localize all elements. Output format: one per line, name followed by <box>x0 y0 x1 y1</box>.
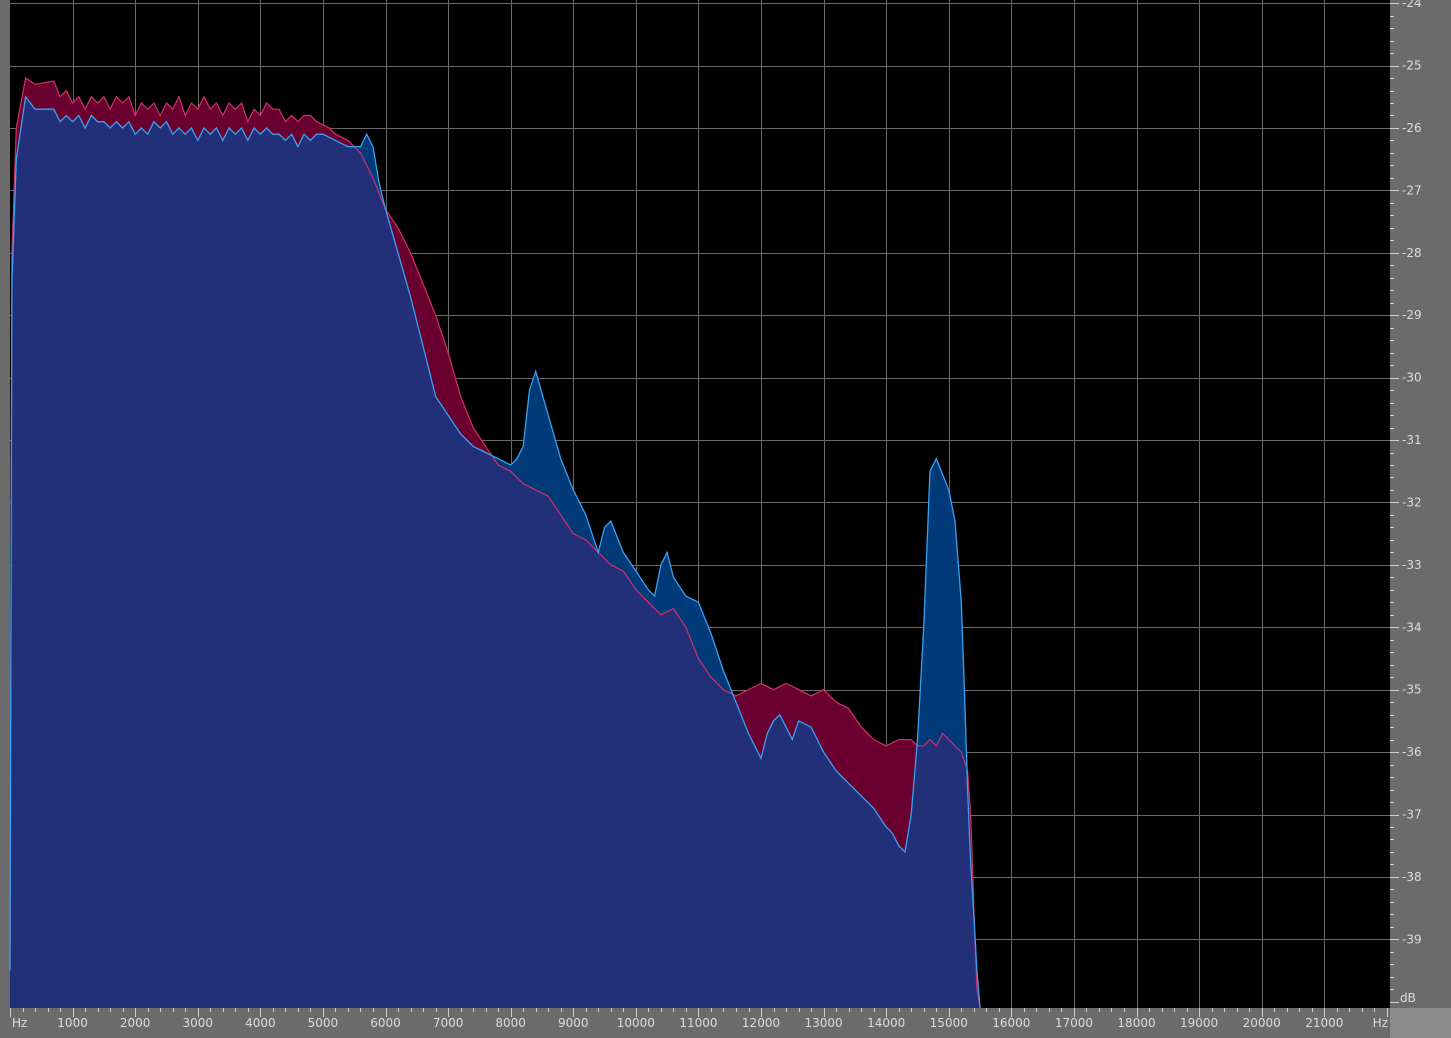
x-tick-label-8000: 8000 <box>495 1016 526 1030</box>
x-tick-label-19000: 19000 <box>1180 1016 1218 1030</box>
x-tick-label-15000: 15000 <box>930 1016 968 1030</box>
x-tick-label-4000: 4000 <box>245 1016 276 1030</box>
y-tick-label--28: -28 <box>1402 246 1422 260</box>
x-tick-label-11000: 11000 <box>679 1016 717 1030</box>
x-tick-label-14000: 14000 <box>867 1016 905 1030</box>
y-tick-label--30: -30 <box>1402 371 1422 385</box>
x-tick-label-20000: 20000 <box>1243 1016 1281 1030</box>
y-tick-label--36: -36 <box>1402 745 1422 759</box>
y-tick-label--25: -25 <box>1402 59 1422 73</box>
x-tick-label-18000: 18000 <box>1117 1016 1155 1030</box>
y-tick-label--29: -29 <box>1402 308 1422 322</box>
x-tick-label-13000: 13000 <box>805 1016 843 1030</box>
frequency-chart: 1000 2000 3000 4000 5000 6000 7000 8000 9000 1000… <box>0 0 1451 1038</box>
y-tick-label--35: -35 <box>1402 683 1422 697</box>
x-tick-label-1000: 1000 <box>57 1016 88 1030</box>
x-tick-label-2000: 2000 <box>120 1016 151 1030</box>
x-tick-label-3000: 3000 <box>182 1016 213 1030</box>
x-tick-label-21000: 21000 <box>1305 1016 1343 1030</box>
spectrum-analyzer-frame: 1000 2000 3000 4000 5000 6000 7000 8000 9000 1000… <box>0 0 1451 1038</box>
y-tick-label--33: -33 <box>1402 558 1422 572</box>
y-unit-label: dB <box>1400 991 1416 1005</box>
y-tick-label--38: -38 <box>1402 870 1422 884</box>
y-tick-label--24: -24 <box>1402 0 1422 10</box>
x-unit-label-right: Hz <box>1373 1016 1388 1030</box>
x-tick-label-6000: 6000 <box>370 1016 401 1030</box>
x-axis-bar <box>0 1008 1451 1038</box>
y-tick-label--32: -32 <box>1402 495 1422 509</box>
x-tick-label-5000: 5000 <box>308 1016 339 1030</box>
y-tick-label--26: -26 <box>1402 121 1422 135</box>
y-tick-label--31: -31 <box>1402 433 1422 447</box>
x-tick-label-12000: 12000 <box>742 1016 780 1030</box>
x-tick-label-9000: 9000 <box>558 1016 589 1030</box>
x-tick-label-10000: 10000 <box>617 1016 655 1030</box>
x-tick-label-17000: 17000 <box>1055 1016 1093 1030</box>
y-tick-label--27: -27 <box>1402 183 1422 197</box>
y-tick-label--37: -37 <box>1402 808 1422 822</box>
x-tick-label-16000: 16000 <box>992 1016 1030 1030</box>
x-unit-label-left: Hz <box>12 1016 27 1030</box>
y-tick-label--39: -39 <box>1402 932 1422 946</box>
x-tick-label-7000: 7000 <box>433 1016 464 1030</box>
axis-corner <box>1390 1008 1451 1038</box>
y-tick-label--34: -34 <box>1402 620 1422 634</box>
